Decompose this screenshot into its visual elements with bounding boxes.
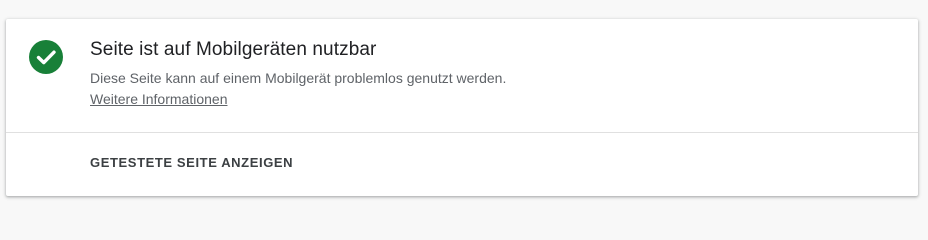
check-circle-icon	[29, 40, 63, 74]
mobile-usability-result-card: Seite ist auf Mobilgeräten nutzbar Diese…	[6, 19, 918, 196]
view-tested-page-button[interactable]: GETESTETE SEITE ANZEIGEN	[82, 147, 301, 178]
learn-more-link[interactable]: Weitere Informationen	[90, 91, 227, 107]
result-description: Diese Seite kann auf einem Mobilgerät pr…	[90, 70, 507, 86]
result-title: Seite ist auf Mobilgeräten nutzbar	[90, 39, 377, 60]
divider	[6, 132, 918, 133]
